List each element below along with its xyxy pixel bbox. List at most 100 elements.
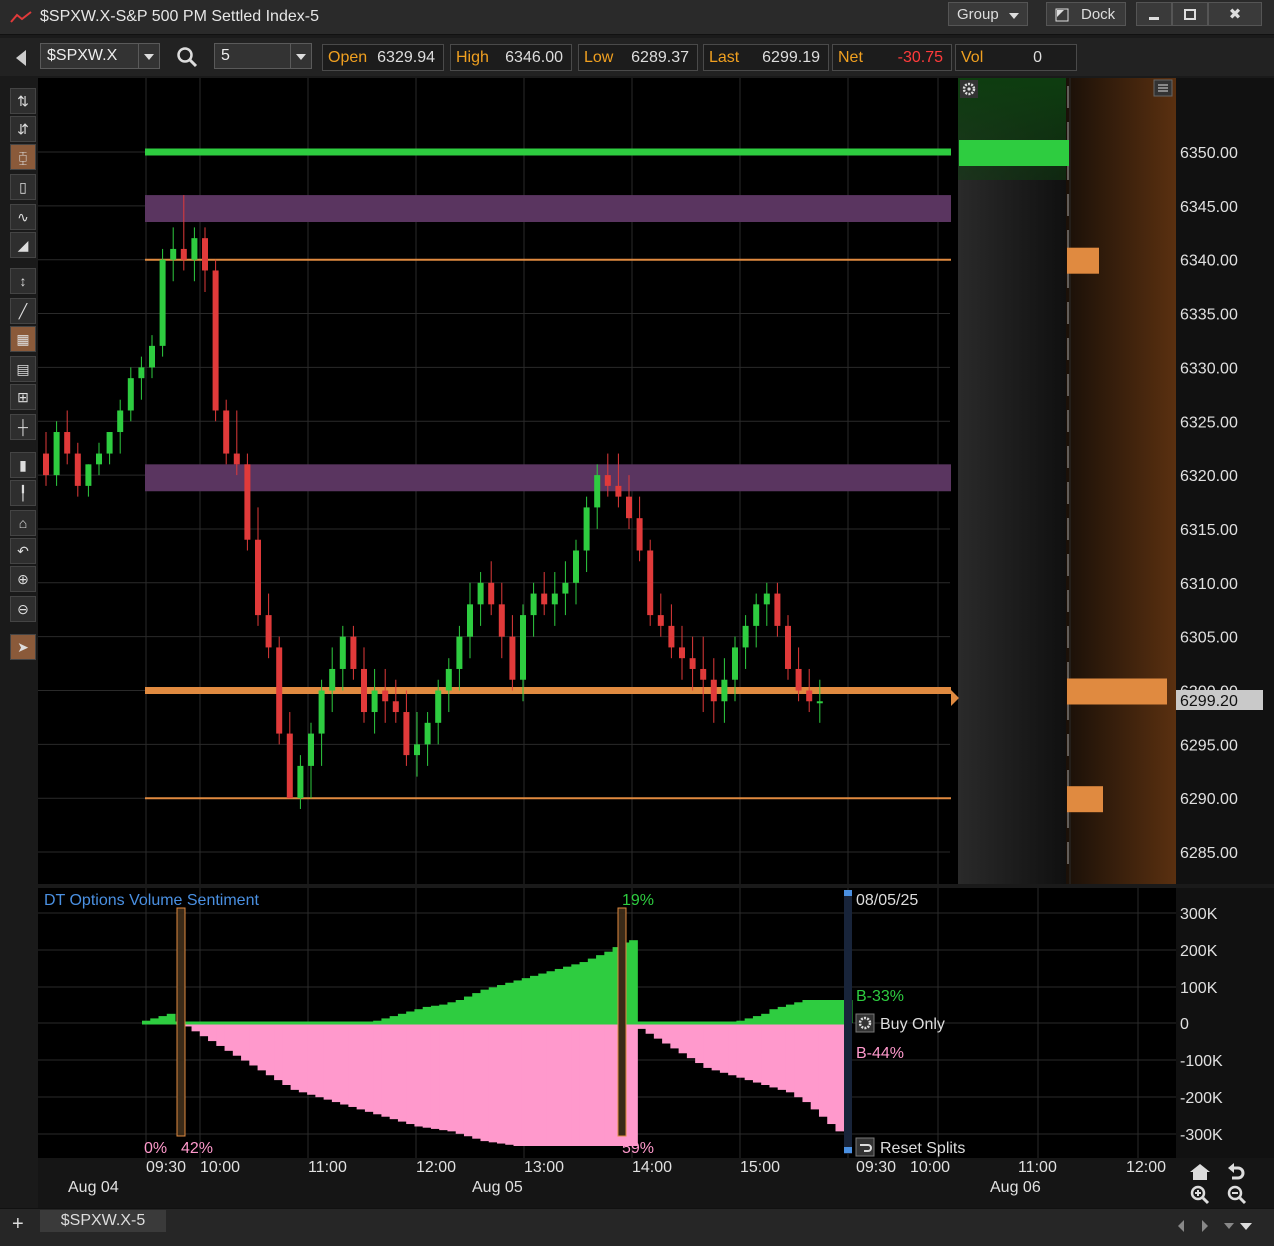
split-first-percentage: 42% <box>181 1140 213 1157</box>
price-tick-label: 6340.00 <box>1180 253 1238 270</box>
quote-low: Low 6289.37 <box>578 44 698 71</box>
quote-high: High 6346.00 <box>450 44 572 71</box>
sentiment-chart[interactable]: DT Options Volume Sentiment 08/05/25 B-3… <box>38 888 1274 1158</box>
grid-icon[interactable]: ▦ <box>10 326 36 352</box>
vertical-scale-icon[interactable]: ↕ <box>10 268 36 294</box>
search-icon[interactable] <box>176 46 198 68</box>
tab-dropdown-icon[interactable] <box>1240 1223 1252 1230</box>
price-tick-label: 6305.00 <box>1180 630 1238 647</box>
quote-value: -30.75 <box>897 49 943 66</box>
sell-volume-bar <box>430 1024 440 1129</box>
price-zone <box>145 464 951 492</box>
interval-input[interactable]: 5 <box>214 43 312 69</box>
buy-only-button[interactable]: Buy Only <box>855 1013 945 1033</box>
candle-body <box>700 668 707 680</box>
period-increase-icon[interactable]: ▮ <box>10 452 36 478</box>
sell-volume-bar <box>587 1024 597 1146</box>
bar-chart-icon[interactable]: ⇅ <box>10 88 36 114</box>
candle-body <box>202 238 208 271</box>
current-time-marker-bottom <box>844 1147 852 1153</box>
candle-body <box>339 636 346 669</box>
table-icon[interactable]: ▤ <box>10 356 36 382</box>
split-marker-2[interactable] <box>617 907 627 1137</box>
settings-gear-icon[interactable] <box>960 80 978 98</box>
close-button[interactable]: ✖ <box>1208 2 1262 26</box>
quote-value: 6329.94 <box>377 49 435 66</box>
crosshair-grid-icon[interactable]: ⊞ <box>10 384 36 410</box>
sell-volume-bar <box>232 1024 242 1056</box>
hlc-bar-icon[interactable]: ⇵ <box>10 116 36 142</box>
crosshair-icon[interactable]: ┼ <box>10 414 36 440</box>
buy-only-label: Buy Only <box>880 1016 945 1033</box>
tab-spxw-5[interactable]: $SPXW.X-5 <box>40 1210 166 1232</box>
candle-body <box>106 432 113 454</box>
buy-volume-bar <box>530 975 539 1023</box>
quote-label: Vol <box>961 49 984 66</box>
axis-zoom-out-icon[interactable] <box>1227 1185 1247 1205</box>
dock-button[interactable]: Dock <box>1046 2 1126 26</box>
split-marker-1[interactable] <box>176 907 186 1137</box>
sell-volume-bar <box>208 1024 217 1042</box>
hollow-candle-icon[interactable]: ▯ <box>10 174 36 200</box>
candle-body <box>318 690 325 734</box>
price-tick-label: 6310.00 <box>1180 576 1238 593</box>
price-chart[interactable]: 6350.00 6345.00 6340.00 6335.00 6330.00 6325.… <box>38 78 1274 884</box>
add-tab-icon[interactable]: + <box>12 1213 24 1236</box>
home-icon[interactable]: ⌂ <box>10 510 36 536</box>
candle-body <box>286 733 293 799</box>
sell-volume-bar <box>348 1024 358 1107</box>
candle-body <box>520 615 526 680</box>
quote-vol: Vol 0 <box>955 44 1077 71</box>
candle-body <box>562 582 569 594</box>
zoom-out-icon[interactable]: ⊖ <box>10 596 36 622</box>
minimize-button[interactable] <box>1136 2 1172 26</box>
maximize-button[interactable] <box>1172 2 1208 26</box>
interval-dropdown-icon[interactable] <box>290 44 311 68</box>
scroll-right-icon[interactable] <box>1202 1220 1208 1232</box>
current-time-marker[interactable] <box>844 890 852 1154</box>
menu-icon[interactable] <box>1153 79 1173 97</box>
sell-volume-bar <box>703 1024 713 1068</box>
symbol-dropdown-icon[interactable] <box>138 44 159 68</box>
sell-volume-bar <box>340 1024 349 1105</box>
undo-icon[interactable]: ↶ <box>10 538 36 564</box>
zoom-in-icon[interactable]: ⊕ <box>10 566 36 592</box>
sell-volume-bar <box>497 1024 506 1144</box>
candlestick-icon[interactable]: ⧮ <box>10 144 36 170</box>
drawing-toolbar: ⇅ ⇵ ⧮ ▯ ∿ ◢ ↕ ╱ ▦ ▤ ⊞ ┼ ▮ ╿ ⌂ ↶ ⊕ ⊖ ➤ <box>8 84 38 664</box>
candle-body <box>573 550 579 583</box>
sell-volume-bar <box>827 1024 836 1125</box>
time-tick-label: 12:00 <box>1126 1159 1166 1176</box>
sentiment-tick-label: -200K <box>1180 1090 1223 1107</box>
candle-body <box>689 658 696 669</box>
axis-home-icon[interactable] <box>1190 1164 1210 1180</box>
axis-zoom-in-icon[interactable] <box>1190 1185 1210 1205</box>
time-tick-label: 09:30 <box>856 1159 896 1176</box>
pointer-icon[interactable]: ➤ <box>10 634 36 660</box>
group-button[interactable]: Group <box>948 2 1028 26</box>
tab-list-icon[interactable] <box>1224 1223 1234 1229</box>
buy-volume-bar <box>505 982 515 1023</box>
scroll-left-icon[interactable] <box>1178 1220 1184 1232</box>
dock-icon <box>1055 8 1069 22</box>
sell-volume-bar <box>719 1024 729 1073</box>
price-tick-label: 6320.00 <box>1180 468 1238 485</box>
axis-undo-icon[interactable] <box>1228 1163 1245 1180</box>
candle-body <box>806 690 813 702</box>
area-chart-icon[interactable]: ◢ <box>10 232 36 258</box>
buy-volume-bar <box>455 1000 465 1023</box>
candle-body <box>255 539 261 616</box>
time-tick-label: 11:00 <box>308 1159 347 1176</box>
trendline-icon[interactable]: ╱ <box>10 298 36 324</box>
volume-profile-bar <box>1067 678 1167 705</box>
line-chart-icon[interactable]: ∿ <box>10 204 36 230</box>
collapse-arrow-icon[interactable] <box>14 48 28 68</box>
volume-profile-bar <box>959 140 1069 166</box>
price-zone <box>145 195 951 223</box>
sentiment-tick-label: -100K <box>1180 1053 1223 1070</box>
symbol-input[interactable]: $SPXW.X <box>40 43 160 69</box>
reset-splits-button[interactable]: Reset Splits <box>855 1137 965 1157</box>
sell-volume-bar <box>389 1024 399 1120</box>
profile-background-right <box>1066 78 1176 884</box>
period-decrease-icon[interactable]: ╿ <box>10 480 36 506</box>
